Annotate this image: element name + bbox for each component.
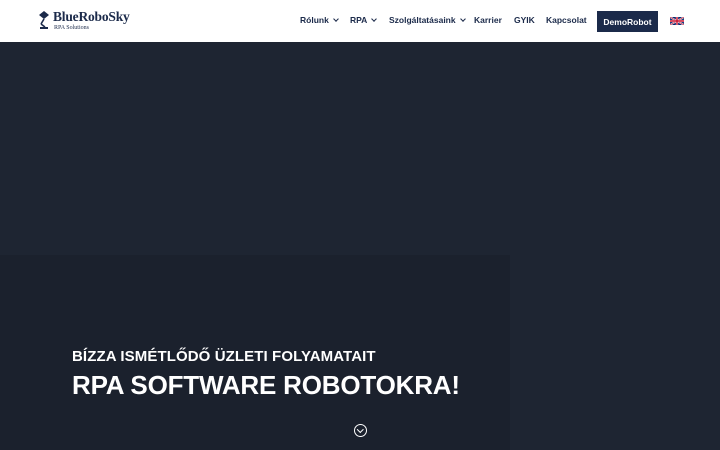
robot-arm-logo-icon (39, 11, 49, 29)
brand-logo[interactable]: BlueRoboSky RPA Solutions (37, 10, 132, 32)
chevron-down-icon (371, 16, 378, 22)
nav-item-karrier[interactable]: Karrier (474, 15, 502, 25)
nav-item-label: Karrier (474, 15, 502, 25)
nav-item-label: Szolgáltatásaink (389, 15, 456, 25)
nav-item-label: Rólunk (300, 15, 329, 25)
nav-item-label: GYIK (514, 15, 535, 25)
nav-item-gyik[interactable]: GYIK (514, 15, 535, 25)
chevron-down-icon (459, 16, 466, 22)
nav-item-label: RPA (350, 15, 368, 25)
uk-flag-icon[interactable] (670, 17, 684, 25)
demorobot-button[interactable]: DemoRobot (597, 11, 658, 32)
nav-item-kapcsolat[interactable]: Kapcsolat (546, 15, 587, 25)
brand-name: BlueRoboSky (53, 9, 130, 24)
chevron-down-icon (332, 16, 339, 22)
chevron-down-circle-icon[interactable] (354, 424, 367, 437)
hero-title: RPA SOFTWARE ROBOTOKRA! (72, 370, 460, 400)
nav-item-rpa[interactable]: RPA (350, 15, 378, 25)
nav-item-szolgaltatasaink[interactable]: Szolgáltatásaink (389, 15, 466, 25)
nav-item-rolunk[interactable]: Rólunk (300, 15, 339, 25)
hero-subtitle: BÍZZA ISMÉTLŐDŐ ÜZLETI FOLYAMATAIT (72, 348, 376, 365)
brand-tagline: RPA Solutions (54, 24, 89, 31)
site-header: BlueRoboSky RPA Solutions Rólunk RPA Szo… (0, 0, 720, 42)
nav-item-label: Kapcsolat (546, 15, 587, 25)
